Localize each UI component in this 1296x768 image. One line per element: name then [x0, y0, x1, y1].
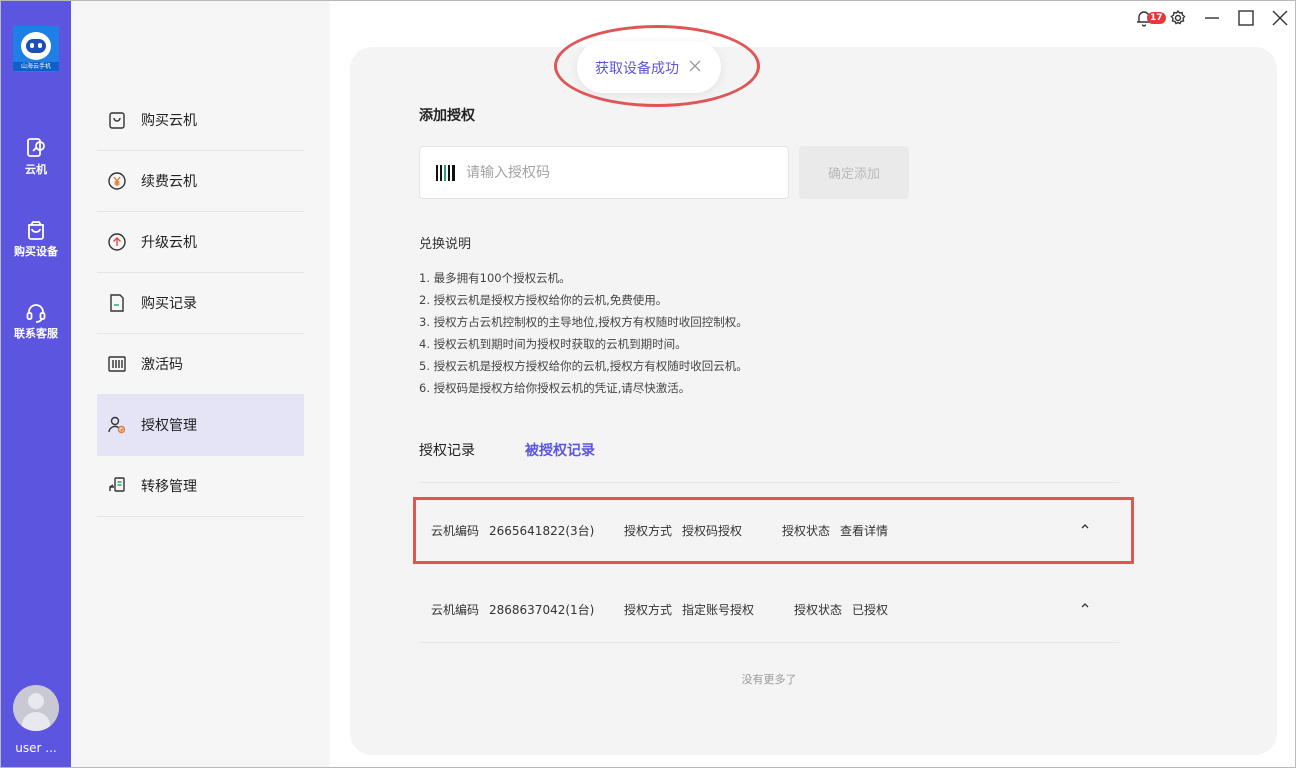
row-highlight-annotation — [413, 497, 1134, 564]
auth-code-field[interactable] — [419, 146, 789, 199]
app-logo: 山海云手机 — [13, 26, 59, 72]
transfer-icon — [109, 477, 125, 492]
sidebar-item-buy-cloud-phone[interactable]: 购买云机 — [97, 90, 304, 151]
notes-line: 5. 授权云机是授权方授权给你的云机,授权方有权随时收回云机。 — [419, 359, 748, 373]
rail-item-label: 云机 — [25, 163, 47, 176]
section-title: 添加授权 — [419, 108, 475, 124]
tab-authorized-records[interactable]: 被授权记录 — [525, 440, 595, 460]
app-window: 山海云手机 云机 购买设备 联系客服 user ... 购买云机 续费云机 升级… — [0, 0, 1296, 768]
chevron-up-icon[interactable] — [1079, 599, 1091, 611]
maximize-icon[interactable] — [1237, 9, 1259, 29]
sidebar-item-label: 续费云机 — [141, 174, 197, 190]
toast-highlight-annotation — [554, 25, 760, 107]
code-value: 2868637042(1台) — [489, 603, 595, 617]
barcode-icon — [108, 356, 126, 372]
notification-badge: 17 — [1147, 12, 1166, 24]
auth-code-input[interactable] — [466, 162, 766, 184]
status-value: 已授权 — [852, 603, 889, 617]
close-window-icon[interactable] — [1271, 9, 1293, 29]
sidebar-item-purchase-records[interactable]: 购买记录 — [97, 273, 304, 334]
sidebar-item-label: 授权管理 — [141, 418, 197, 434]
notes-line: 2. 授权云机是授权方授权给你的云机,免费使用。 — [419, 293, 668, 307]
settings-gear-icon[interactable] — [1169, 9, 1191, 29]
method-value: 指定账号授权 — [682, 603, 755, 617]
sidebar-item-renew-cloud-phone[interactable]: 续费云机 — [97, 151, 304, 212]
sidebar-item-label: 转移管理 — [141, 479, 197, 495]
barcode-icon — [436, 165, 455, 181]
headset-icon — [26, 304, 46, 323]
status-label: 授权状态 — [794, 603, 843, 617]
sidebar-item-label: 购买云机 — [141, 113, 197, 129]
yen-coin-icon — [108, 172, 126, 190]
shopping-bag-icon — [109, 112, 125, 129]
username[interactable]: user ... — [1, 741, 71, 755]
document-icon — [110, 294, 124, 312]
robot-logo-icon — [21, 32, 51, 60]
confirm-add-button[interactable]: 确定添加 — [799, 146, 909, 199]
sidebar-item-authorization-management[interactable]: 授权管理 — [97, 395, 304, 456]
code-label: 云机编码 — [431, 603, 480, 617]
cloud-phone-icon — [27, 138, 45, 157]
avatar[interactable] — [13, 685, 59, 731]
upgrade-arrow-icon — [108, 233, 126, 251]
sidebar-item-transfer-management[interactable]: 转移管理 — [97, 456, 304, 517]
sidebar-item-label: 购买记录 — [141, 296, 197, 312]
rail-item-label: 购买设备 — [14, 245, 58, 258]
method-label: 授权方式 — [624, 603, 673, 617]
no-more-text: 没有更多了 — [741, 673, 797, 686]
notes-line: 3. 授权方占云机控制权的主导地位,授权方有权随时收回控制权。 — [419, 315, 748, 329]
notes-title: 兑换说明 — [419, 237, 472, 252]
rail-item-customer-service[interactable]: 联系客服 — [1, 301, 71, 351]
notes-line: 4. 授权云机到期时间为授权时获取的云机到期时间。 — [419, 337, 687, 351]
sidebar: 购买云机 续费云机 升级云机 购买记录 激活码 授权管理 转移管理 — [71, 1, 330, 767]
rail-item-buy-device[interactable]: 购买设备 — [1, 219, 71, 269]
user-authorize-icon — [108, 416, 126, 434]
shopping-bag-icon — [28, 221, 44, 240]
notes-list: 1. 最多拥有100个授权云机。 2. 授权云机是授权方授权给你的云机,免费使用… — [419, 267, 748, 399]
rail-item-cloud-phone[interactable]: 云机 — [1, 137, 71, 187]
tab-authorization-records[interactable]: 授权记录 — [419, 440, 475, 460]
table-row[interactable]: 云机编码 2868637042(1台) 授权方式 指定账号授权 授权状态 已授权 — [419, 583, 1119, 643]
brand-name: 山海云手机 — [13, 62, 59, 71]
sidebar-item-label: 升级云机 — [141, 235, 197, 251]
sidebar-item-activation-code[interactable]: 激活码 — [97, 334, 304, 395]
sidebar-item-upgrade-cloud-phone[interactable]: 升级云机 — [97, 212, 304, 273]
rail-item-label: 联系客服 — [14, 327, 58, 340]
notes-line: 6. 授权码是授权方给你授权云机的凭证,请尽快激活。 — [419, 381, 691, 395]
notes-line: 1. 最多拥有100个授权云机。 — [419, 271, 571, 285]
minimize-icon[interactable] — [1203, 9, 1225, 29]
left-rail: 山海云手机 云机 购买设备 联系客服 user ... — [1, 1, 71, 767]
sidebar-item-label: 激活码 — [141, 357, 183, 373]
divider — [419, 482, 1119, 483]
